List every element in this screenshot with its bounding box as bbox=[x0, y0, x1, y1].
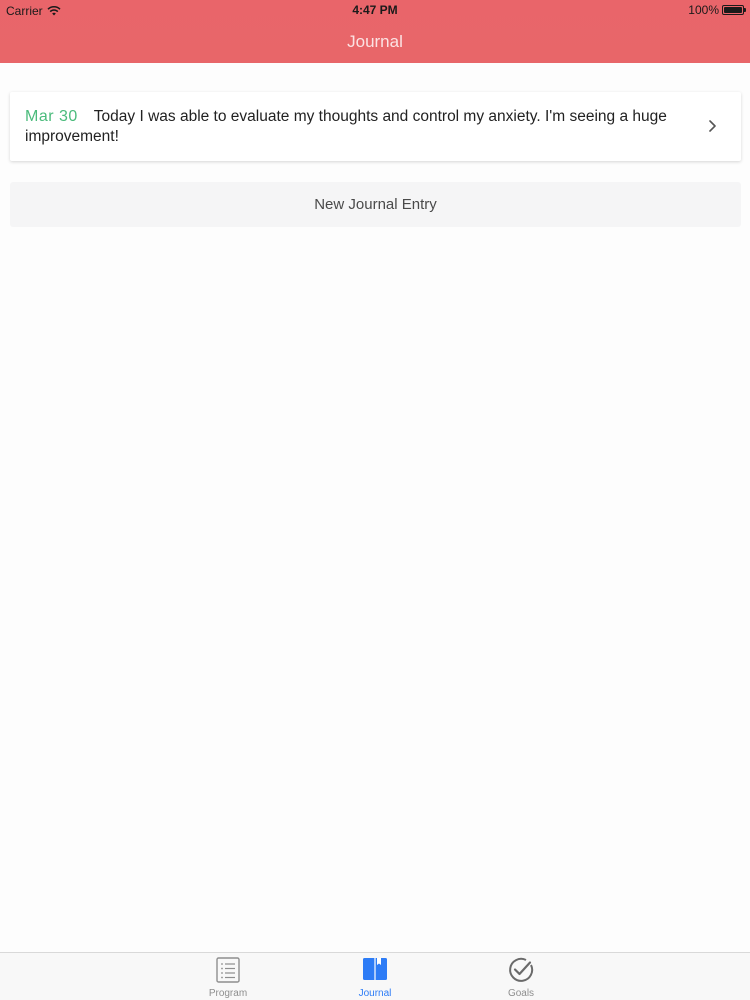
journal-entry-date: Mar 30 bbox=[25, 108, 78, 125]
status-bar: Carrier 4:47 PM 100% bbox=[0, 0, 750, 22]
page-title: Journal bbox=[347, 32, 403, 51]
tab-goals[interactable]: Goals bbox=[481, 956, 561, 1000]
tab-journal[interactable]: Journal bbox=[335, 956, 415, 1000]
status-time: 4:47 PM bbox=[352, 3, 398, 17]
list-icon bbox=[216, 957, 240, 983]
tab-label: Journal bbox=[358, 988, 392, 999]
journal-entry-content: Mar 30 Today I was able to evaluate my th… bbox=[25, 107, 685, 147]
new-journal-entry-button[interactable]: New Journal Entry bbox=[10, 182, 741, 227]
battery-indicator: 100% bbox=[688, 3, 746, 17]
tab-label: Program bbox=[208, 988, 248, 999]
nav-header: Carrier 4:47 PM 100% Journal bbox=[0, 0, 750, 63]
battery-percent: 100% bbox=[688, 3, 719, 17]
journal-entry-text: Today I was able to evaluate my thoughts… bbox=[25, 108, 667, 145]
tab-program[interactable]: Program bbox=[188, 956, 268, 1000]
checkmark-circle-icon bbox=[509, 957, 534, 982]
chevron-right-icon bbox=[709, 120, 716, 132]
book-icon bbox=[363, 958, 387, 980]
tab-bar: Program Journal Goals bbox=[0, 952, 750, 1000]
battery-fill bbox=[724, 7, 742, 13]
journal-entry-card[interactable]: Mar 30 Today I was able to evaluate my th… bbox=[10, 92, 741, 161]
tab-label: Goals bbox=[507, 988, 535, 999]
battery-icon bbox=[722, 5, 746, 15]
